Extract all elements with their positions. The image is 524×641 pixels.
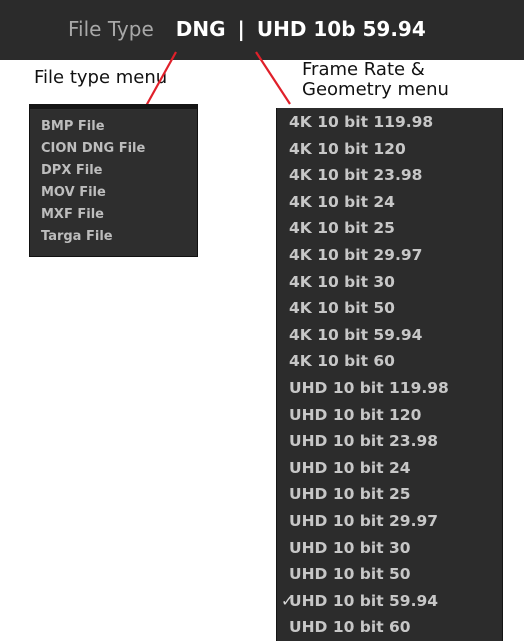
file-type-label: File Type [68,17,154,41]
frame-rate-option-label: 4K 10 bit 60 [289,352,395,371]
file-type-option[interactable]: MOV File [41,183,106,203]
frame-rate-option-label: UHD 10 bit 23.98 [289,432,439,451]
separator: | [237,17,245,41]
frame-rate-option[interactable]: 4K 10 bit 25 [289,216,489,240]
frame-rate-option[interactable]: 4K 10 bit 59.94 [289,323,489,347]
file-type-option[interactable]: MXF File [41,205,104,225]
frame-rate-option-label: 4K 10 bit 120 [289,139,406,158]
frame-rate-option-label: 4K 10 bit 59.94 [289,325,423,344]
frame-rate-caption-line1: Frame Rate & [302,59,425,80]
frame-rate-menu-caption: Frame Rate & Geometry menu [302,60,449,100]
frame-rate-option[interactable]: 4K 10 bit 60 [289,349,489,373]
frame-rate-option[interactable]: 4K 10 bit 24 [289,190,489,214]
frame-rate-option-label: UHD 10 bit 25 [289,485,411,504]
frame-rate-option-label: 4K 10 bit 23.98 [289,166,423,185]
frame-rate-option[interactable]: UHD 10 bit 119.98 [289,376,489,400]
frame-rate-option-label: 4K 10 bit 29.97 [289,246,423,264]
frame-rate-option[interactable]: 4K 10 bit 119.98 [289,110,489,134]
frame-rate-option[interactable]: UHD 10 bit 29.97 [289,509,489,533]
frame-rate-option-label: UHD 10 bit 29.97 [289,512,439,530]
frame-rate-option[interactable]: ✓ UHD 10 bit 59.94 [281,589,489,613]
check-mark-icon: ✓ [281,591,294,610]
frame-rate-option[interactable]: UHD 10 bit 30 [289,536,489,560]
frame-rate-option[interactable]: 4K 10 bit 120 [289,137,489,161]
frame-rate-option[interactable]: UHD 10 bit 60 [289,615,489,639]
file-type-menu: BMP File CION DNG File DPX File MOV File MXF… [29,104,198,257]
file-type-value[interactable]: DNG [176,17,226,41]
frame-rate-option[interactable]: UHD 10 bit 50 [289,562,489,586]
frame-rate-geometry-menu: 4K 10 bit 119.98 4K 10 bit 120 4K 10 bit 2… [276,108,503,641]
format-readout: File Type DNG | UHD 10b 59.94 [68,16,426,42]
frame-rate-option[interactable]: UHD 10 bit 24 [289,456,489,480]
file-type-menu-caption: File type menu [34,67,168,88]
file-type-option[interactable]: BMP File [41,117,105,137]
frame-rate-option-label: UHD 10 bit 119.98 [289,379,449,397]
frame-rate-option[interactable]: UHD 10 bit 23.98 [289,429,489,453]
frame-rate-option-label: UHD 10 bit 30 [289,538,411,557]
frame-rate-option-label: UHD 10 bit 59.94 [289,591,439,610]
frame-rate-option[interactable]: 4K 10 bit 29.97 [289,243,489,267]
frame-rate-value[interactable]: UHD 10b 59.94 [257,17,426,41]
frame-rate-option-label: UHD 10 bit 120 [289,405,422,424]
frame-rate-option[interactable]: 4K 10 bit 50 [289,296,489,320]
frame-rate-option[interactable]: 4K 10 bit 30 [289,270,489,294]
file-type-option[interactable]: DPX File [41,161,102,181]
frame-rate-option[interactable]: UHD 10 bit 120 [289,403,489,427]
frame-rate-option-label: 4K 10 bit 30 [289,272,395,291]
frame-rate-option-label: 4K 10 bit 119.98 [289,113,434,131]
frame-rate-option-label: UHD 10 bit 60 [289,618,411,637]
file-type-option[interactable]: CION DNG File [41,139,145,159]
frame-rate-option-label: 4K 10 bit 25 [289,219,395,238]
frame-rate-option-label: UHD 10 bit 50 [289,565,411,584]
frame-rate-option-label: UHD 10 bit 24 [289,458,411,477]
frame-rate-option-label: 4K 10 bit 50 [289,299,395,318]
file-type-option[interactable]: Targa File [41,227,113,247]
frame-rate-option[interactable]: UHD 10 bit 25 [289,482,489,506]
frame-rate-caption-line2: Geometry menu [302,79,449,100]
frame-rate-option[interactable]: 4K 10 bit 23.98 [289,163,489,187]
frame-rate-option-label: 4K 10 bit 24 [289,192,395,211]
status-bar: File Type DNG | UHD 10b 59.94 [0,0,524,60]
